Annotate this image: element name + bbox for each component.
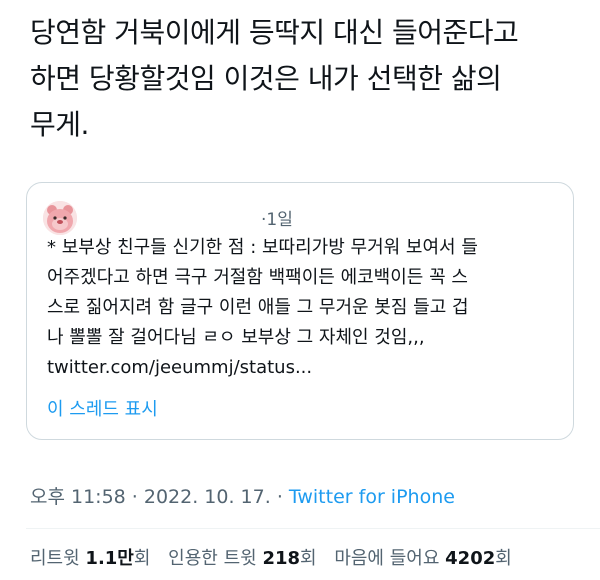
quote-text-line: * 보부상 친구들 신기한 점 : 보따리가방 무거워 보여서 들 [47,237,478,258]
quotes-label: 인용한 트윗 [168,548,257,569]
quotes-stat[interactable]: 인용한 트윗 218회 [168,548,316,569]
tweet-timestamp[interactable]: 오후 11:58 · 2022. 10. 17. · [30,486,289,508]
pink-character-avatar-icon[interactable] [43,201,77,235]
divider [26,528,600,529]
quote-link[interactable]: twitter.com/jeeummj/status... [47,353,567,383]
likes-stat[interactable]: 마음에 들어요 4202회 [334,548,512,569]
show-thread-link[interactable]: 이 스레드 표시 [47,395,158,421]
likes-label: 마음에 들어요 [334,548,440,569]
tweet-text: 당연함 거북이에게 등딱지 대신 들어준다고 하면 당황할것임 이것은 내가 선… [30,10,575,148]
retweets-suffix: 회 [133,548,151,569]
tweet-text-line: 하면 당황할것임 이것은 내가 선택한 삶의 [30,62,502,95]
quoted-tweet-card[interactable]: ·1일 * 보부상 친구들 신기한 점 : 보따리가방 무거워 보여서 들 어주… [26,182,574,440]
quote-text-line: 나 뽈뽈 잘 걸어다님 ㄹㅇ 보부상 그 자체인 것임,,, [47,327,425,348]
retweets-count: 1.1만 [85,548,134,569]
tweet-text-line: 당연함 거북이에게 등딱지 대신 들어준다고 [30,16,519,49]
likes-count: 4202 [445,548,496,569]
tweet-stats: 리트윗 1.1만회 인용한 트윗 218회 마음에 들어요 4202회 [30,544,524,570]
retweets-stat[interactable]: 리트윗 1.1만회 [30,548,150,569]
quotes-count: 218 [262,548,301,569]
quote-text-line: 스로 짊어지려 함 글구 이런 애들 그 무거운 봇짐 들고 겁 [47,297,469,318]
likes-suffix: 회 [495,548,512,569]
tweet-text-line: 무게. [30,108,89,141]
quote-text: * 보부상 친구들 신기한 점 : 보따리가방 무거워 보여서 들 어주겠다고 … [47,233,567,383]
retweets-label: 리트윗 [30,548,80,569]
quotes-suffix: 회 [300,548,317,569]
quote-text-line: 어주겠다고 하면 극구 거절함 백팩이든 에코백이든 꼭 스 [47,267,468,288]
tweet-meta: 오후 11:58 · 2022. 10. 17. · Twitter for i… [30,482,455,509]
quote-timestamp[interactable]: ·1일 [261,205,293,230]
tweet-source-link[interactable]: Twitter for iPhone [289,486,455,508]
